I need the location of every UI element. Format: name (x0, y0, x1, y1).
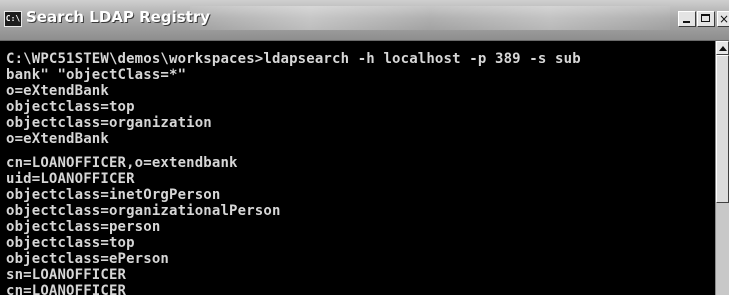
ldap-attribute-line: objectclass=ePerson (6, 251, 169, 267)
ldap-attribute-line: objectclass=person (6, 219, 161, 235)
minimize-icon (683, 21, 690, 23)
terminal-output[interactable]: C:\WPC51STEW\demos\workspaces>ldapsearch… (0, 41, 715, 295)
close-icon: × (718, 12, 729, 26)
ldap-attribute-line: cn=LOANOFFICER (6, 283, 127, 295)
title-bar[interactable]: C:\ Search LDAP Registry × (0, 0, 729, 41)
terminal-text: C:\WPC51STEW\demos\workspaces>ldapsearch… (6, 51, 712, 295)
ldap-attribute-line: objectclass=top (6, 99, 135, 115)
scrollbar-thumb[interactable] (716, 55, 729, 203)
command-line-continued: bank" "objectClass=*" (6, 67, 187, 83)
maximize-icon (701, 14, 710, 22)
vertical-scrollbar[interactable] (715, 41, 729, 295)
arrow-up-icon (719, 46, 727, 51)
close-button[interactable]: × (717, 11, 729, 27)
maximize-button[interactable] (697, 11, 715, 27)
window-title: Search LDAP Registry (26, 8, 210, 26)
console-app-icon[interactable]: C:\ (4, 11, 22, 27)
ldap-attribute-line: o=eXtendBank (6, 83, 109, 99)
ldap-attribute-line: objectclass=inetOrgPerson (6, 187, 221, 203)
ldap-attribute-line: objectclass=organizationalPerson (6, 203, 281, 219)
entry-separator (6, 147, 712, 155)
ldap-entry-dn: cn=LOANOFFICER,o=extendbank (6, 155, 238, 171)
command-line: C:\WPC51STEW\demos\workspaces>ldapsearch… (6, 51, 581, 67)
title-bar-gradient (190, 6, 670, 30)
ldap-attribute-line: sn=LOANOFFICER (6, 267, 127, 283)
minimize-button[interactable] (678, 11, 696, 27)
ldap-attribute-line: objectclass=organization (6, 115, 212, 131)
ldap-attribute-line: o=eXtendBank (6, 131, 109, 147)
console-window: C:\ Search LDAP Registry × C:\WPC51STEW\… (0, 0, 729, 295)
scroll-up-button[interactable] (716, 41, 729, 55)
ldap-attribute-line: objectclass=top (6, 235, 135, 251)
ldap-attribute-line: uid=LOANOFFICER (6, 171, 135, 187)
